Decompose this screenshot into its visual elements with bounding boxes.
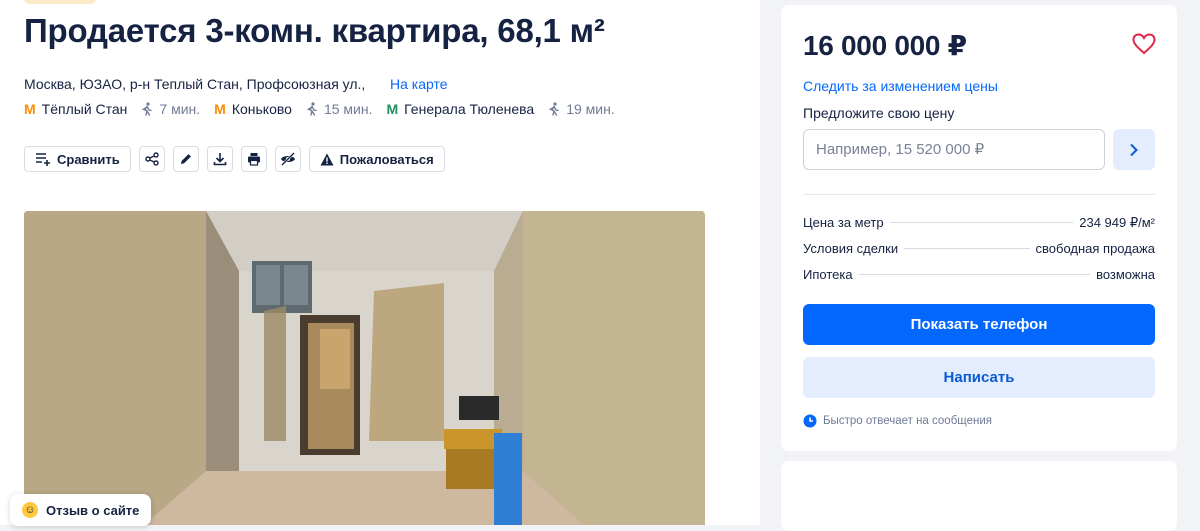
walk-time: 15 мин. xyxy=(306,101,373,117)
walk-icon xyxy=(307,102,317,116)
report-button[interactable]: Пожаловаться xyxy=(308,146,445,172)
chevron-right-icon xyxy=(1130,143,1138,156)
report-label: Пожаловаться xyxy=(339,151,434,167)
download-icon xyxy=(213,153,227,166)
favorite-heart-icon[interactable] xyxy=(1131,31,1157,57)
quick-reply-note: Быстро отвечает на сообщения xyxy=(803,414,992,428)
site-review-button[interactable]: ☺ Отзыв о сайте xyxy=(10,494,152,526)
share-button[interactable] xyxy=(138,146,165,172)
metro-icon: M xyxy=(386,101,399,117)
hide-icon xyxy=(280,152,295,166)
clock-icon xyxy=(803,414,817,428)
metro-station[interactable]: M Коньково 15 мин. xyxy=(214,101,372,117)
download-button[interactable] xyxy=(206,146,233,172)
price: 16 000 000 ₽ xyxy=(803,30,967,61)
map-link[interactable]: На карте xyxy=(390,76,448,92)
compare-icon xyxy=(36,153,50,166)
metro-list: M Тёплый Стан 7 мин. M Коньково 15 мин. … xyxy=(24,101,629,117)
smile-icon: ☺ xyxy=(22,502,38,518)
offer-submit-button[interactable] xyxy=(1113,129,1155,170)
edit-icon xyxy=(180,154,191,164)
walk-time-value: 15 мин. xyxy=(323,101,373,117)
compare-button[interactable]: Сравнить xyxy=(24,146,131,172)
info-label: Цена за метр xyxy=(803,215,884,230)
walk-time: 19 мин. xyxy=(548,101,615,117)
write-message-button[interactable]: Написать xyxy=(803,357,1155,398)
info-value: свободная продажа xyxy=(1035,241,1155,256)
info-label: Условия сделки xyxy=(803,241,899,256)
info-value: 234 949 ₽/м² xyxy=(1079,215,1155,230)
walk-icon xyxy=(142,102,153,116)
compare-label: Сравнить xyxy=(57,151,120,167)
listing-toolbar: Сравнить Пожаловаться xyxy=(24,146,453,172)
apartment-photo xyxy=(24,211,705,525)
quick-reply-text: Быстро отвечает на сообщения xyxy=(823,415,993,427)
dotted-leader xyxy=(889,222,1074,223)
review-label: Отзыв о сайте xyxy=(46,502,140,518)
print-button[interactable] xyxy=(240,146,267,172)
listing-address: Москва, ЮЗАО, р-н Теплый Стан, Профсоюзн… xyxy=(24,76,366,92)
metro-station[interactable]: M Генерала Тюленева 19 мин. xyxy=(386,101,614,117)
top-badge xyxy=(24,0,96,4)
listing-photo[interactable] xyxy=(24,211,705,525)
info-row-deal-terms: Условия сделки свободная продажа xyxy=(803,241,1155,256)
listing-main: Продается 3-комн. квартира, 68,1 м² Моск… xyxy=(0,0,760,525)
info-row-mortgage: Ипотека возможна xyxy=(803,267,1155,282)
info-value: возможна xyxy=(1096,267,1155,282)
secondary-card xyxy=(781,461,1177,531)
show-phone-button[interactable]: Показать телефон xyxy=(803,304,1155,345)
metro-station-name: Генерала Тюленева xyxy=(404,101,535,117)
edit-button[interactable] xyxy=(172,146,199,172)
walk-time-value: 19 мин. xyxy=(566,101,615,117)
info-label: Ипотека xyxy=(803,267,853,282)
metro-icon: M xyxy=(24,101,36,117)
share-icon xyxy=(145,152,159,166)
metro-station[interactable]: M Тёплый Стан 7 мин. xyxy=(24,101,200,117)
divider xyxy=(803,194,1155,195)
follow-price-link[interactable]: Следить за изменением цены xyxy=(803,78,998,94)
print-icon xyxy=(247,153,260,166)
walk-icon xyxy=(549,102,559,116)
hide-button[interactable] xyxy=(274,146,301,172)
walk-time-value: 7 мин. xyxy=(159,101,201,117)
info-row-price-per-meter: Цена за метр 234 949 ₽/м² xyxy=(803,215,1155,231)
metro-station-name: Тёплый Стан xyxy=(41,101,128,117)
walk-time: 7 мин. xyxy=(141,101,200,117)
offer-price-input[interactable] xyxy=(803,129,1105,170)
dotted-leader xyxy=(904,248,1030,249)
offer-price-label: Предложите свою цену xyxy=(803,105,955,121)
metro-icon: M xyxy=(214,101,226,117)
warning-icon xyxy=(320,153,334,165)
listing-title: Продается 3-комн. квартира, 68,1 м² xyxy=(24,12,605,49)
metro-station-name: Коньково xyxy=(231,101,292,117)
dotted-leader xyxy=(858,274,1091,275)
price-card: 16 000 000 ₽ Следить за изменением цены … xyxy=(781,5,1177,451)
